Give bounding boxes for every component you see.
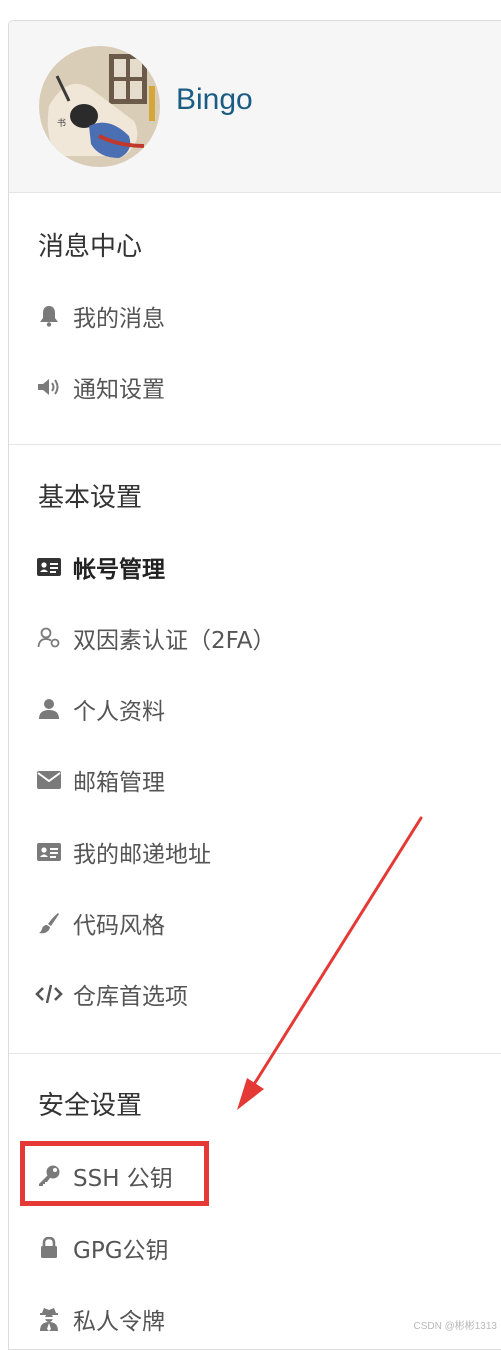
annotation-arrow (0, 0, 501, 1338)
watermark: CSDN @彬彬1313 (413, 1317, 497, 1332)
